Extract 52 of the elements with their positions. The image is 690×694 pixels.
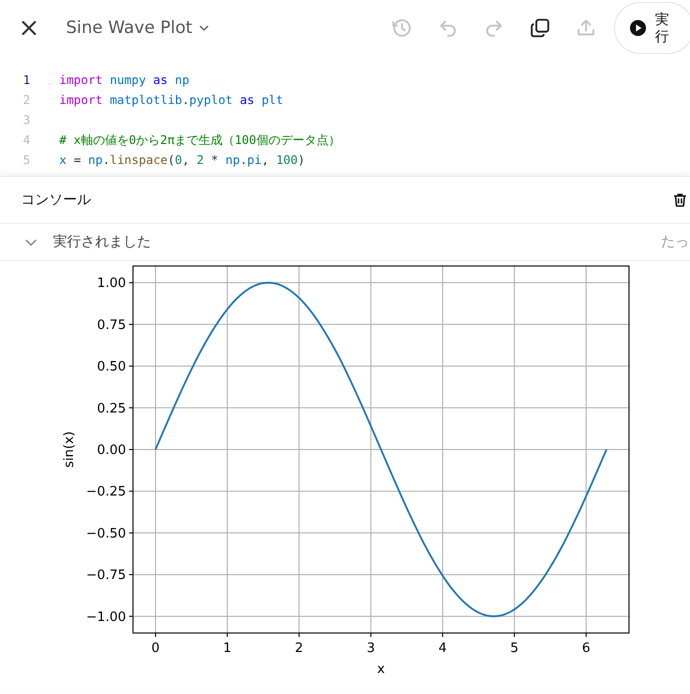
- line-number: 1: [22, 73, 30, 87]
- x-tick-label: 3: [366, 641, 375, 656]
- code-line: import numpy as np: [59, 73, 190, 87]
- x-axis-label: x: [377, 662, 385, 677]
- close-icon[interactable]: [19, 18, 39, 38]
- y-tick-label: 0.75: [97, 318, 126, 333]
- x-tick: [442, 632, 444, 638]
- console-title: コンソール: [21, 191, 92, 209]
- x-tick-label: 2: [294, 641, 304, 656]
- y-axis-label: sin(x): [62, 431, 77, 468]
- document-title-dropdown[interactable]: Sine Wave Plot: [66, 18, 210, 38]
- y-tick: [128, 449, 134, 450]
- x-tick: [370, 632, 372, 638]
- code-line: # x軸の値を0から2πまで生成（100個のデータ点）: [59, 132, 340, 148]
- trash-icon[interactable]: [672, 192, 688, 208]
- y-tick-label: −0.75: [86, 568, 126, 584]
- x-tick: [155, 632, 156, 638]
- line-number: 2: [22, 93, 30, 107]
- code-line: import matplotlib.pyplot as plt: [59, 93, 284, 107]
- line-number: 4: [22, 133, 30, 147]
- line-number: 5: [22, 153, 30, 167]
- x-tick-label: 4: [438, 641, 447, 656]
- x-tick-label: 0: [151, 641, 160, 656]
- x-tick-label: 6: [582, 641, 590, 656]
- y-tick: [128, 616, 134, 617]
- x-tick: [298, 632, 300, 638]
- run-time: たっ: [661, 233, 689, 251]
- y-tick-label: −0.25: [86, 484, 126, 500]
- x-tick-label: 1: [223, 641, 232, 656]
- play-icon: [630, 20, 646, 36]
- code-line: x = np.linspace(0, 2 * np.pi, 100): [59, 153, 305, 167]
- y-tick-label: −1.00: [86, 610, 126, 625]
- y-tick: [128, 366, 134, 367]
- x-tick: [226, 632, 228, 638]
- y-tick: [128, 532, 134, 534]
- y-tick: [128, 282, 134, 284]
- y-tick-label: −0.50: [86, 526, 126, 542]
- x-tick: [514, 632, 515, 638]
- y-tick-label: 0.50: [97, 360, 126, 375]
- y-tick-label: 1.00: [97, 276, 126, 292]
- y-tick: [128, 490, 134, 492]
- run-status: 実行されました: [53, 233, 152, 251]
- y-tick: [128, 407, 134, 408]
- y-tick-label: 0.00: [97, 443, 126, 458]
- line-number: 3: [22, 113, 30, 127]
- y-tick: [128, 324, 134, 325]
- y-tick-label: 0.25: [97, 401, 126, 416]
- x-tick: [586, 632, 587, 638]
- copy-icon[interactable]: [529, 17, 551, 39]
- y-tick: [128, 574, 134, 576]
- x-tick-label: 5: [510, 641, 519, 656]
- run-button[interactable]: 実行: [614, 2, 690, 54]
